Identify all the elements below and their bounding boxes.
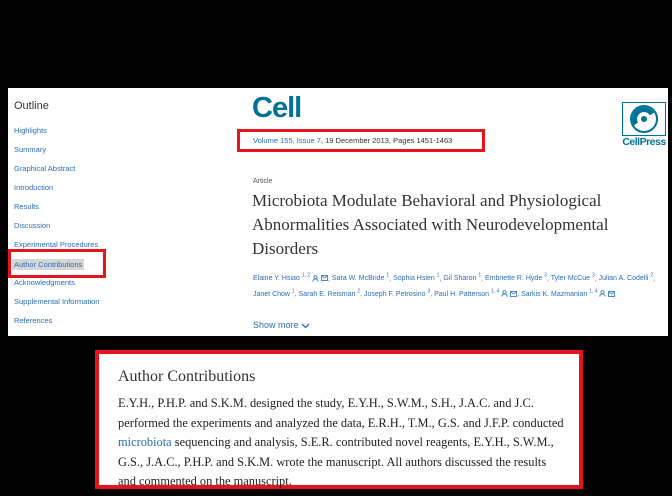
author-name: Janet Chow bbox=[253, 290, 292, 298]
author-affiliation: 1, 2 bbox=[301, 273, 311, 279]
author-affiliation: 3 bbox=[427, 288, 431, 295]
author-link[interactable]: Embriette R. Hyde 3 bbox=[485, 273, 547, 283]
author-name: Sophia Hsien bbox=[393, 275, 437, 283]
author-link[interactable]: Sarkis K. Mazmanian 1, 4 bbox=[521, 288, 616, 298]
article-page-screenshot: Outline Highlights Summary Graphical Abs… bbox=[8, 88, 668, 336]
outline-item-summary[interactable]: Summary bbox=[14, 145, 46, 154]
author-link[interactable]: Gil Sharon 1 bbox=[443, 273, 482, 283]
author-name: Tyler McCue bbox=[550, 275, 592, 283]
article-type-label: Article bbox=[253, 178, 273, 185]
author-link[interactable]: Sarah E. Reisman 2 bbox=[298, 288, 361, 298]
contrib-text-part2: sequencing and analysis, S.E.R. contribu… bbox=[118, 435, 554, 488]
outline-item-highlights[interactable]: Highlights bbox=[14, 126, 47, 135]
outline-item-references[interactable]: References bbox=[14, 316, 52, 325]
outline-title: Outline bbox=[14, 100, 49, 112]
author-name: Joseph F. Petrosino bbox=[364, 290, 428, 298]
author-link[interactable]: Sophia Hsien 1 bbox=[393, 273, 440, 283]
author-name: Paul H. Patterson bbox=[434, 290, 491, 298]
author-contributions-panel: Author Contributions E.Y.H., P.H.P. and … bbox=[95, 350, 583, 489]
outline-item-supplemental-information[interactable]: Supplemental Information bbox=[14, 297, 99, 306]
author-affiliation: 1 bbox=[386, 273, 390, 279]
author-list: Elaine Y. Hsiao 1, 2 , Sara W. McBride 1… bbox=[253, 273, 656, 298]
outline-item-experimental-procedures[interactable]: Experimental Procedures bbox=[14, 240, 98, 249]
article-header: Cell Volume 155, Issue 7, 19 December 20… bbox=[237, 88, 668, 336]
chevron-down-icon bbox=[301, 320, 310, 330]
outline-item-introduction[interactable]: Introduction bbox=[14, 183, 53, 192]
author-name: Julian A. Codelli bbox=[598, 275, 651, 283]
contrib-text-part1: E.Y.H., P.H.P. and S.K.M. designed the s… bbox=[118, 396, 564, 430]
author-name: Elaine Y. Hsiao bbox=[253, 275, 302, 283]
author-affiliation: 1 bbox=[478, 273, 482, 279]
author-link[interactable]: Paul H. Patterson 1, 4 bbox=[434, 288, 518, 298]
author-link[interactable]: Tyler McCue 3 bbox=[550, 273, 595, 283]
outline-item-results[interactable]: Results bbox=[14, 202, 39, 211]
highlight-box-author-contributions bbox=[8, 249, 106, 278]
microbiota-link[interactable]: microbiota bbox=[118, 435, 172, 449]
author-contributions-text: E.Y.H., P.H.P. and S.K.M. designed the s… bbox=[118, 394, 566, 492]
author-name: Sara W. McBride bbox=[331, 275, 387, 283]
author-name: Embriette R. Hyde bbox=[485, 275, 545, 283]
article-title: Microbiota Modulate Behavioral and Physi… bbox=[252, 191, 609, 258]
author-link[interactable]: Janet Chow 1 bbox=[253, 288, 295, 298]
author-link[interactable]: Elaine Y. Hsiao 1, 2 bbox=[253, 273, 328, 283]
outline-item-discussion[interactable]: Discussion bbox=[14, 221, 50, 230]
author-link[interactable]: Joseph F. Petrosino 3 bbox=[364, 288, 431, 298]
show-more-button[interactable]: Show more bbox=[253, 320, 310, 330]
outline-sidebar: Outline Highlights Summary Graphical Abs… bbox=[8, 88, 238, 336]
show-more-label: Show more bbox=[253, 320, 299, 330]
cell-journal-logo[interactable]: Cell bbox=[252, 92, 302, 125]
author-affiliation: 1, 4 bbox=[589, 288, 598, 295]
author-affiliation: 2 bbox=[650, 273, 654, 279]
author-link[interactable]: Sara W. McBride 1 bbox=[331, 273, 390, 283]
author-affiliation: 2 bbox=[357, 288, 361, 295]
highlight-box-citation bbox=[237, 129, 485, 152]
outline-item-acknowledgments[interactable]: Acknowledgments bbox=[14, 278, 75, 287]
author-affiliation: 1 bbox=[436, 273, 440, 279]
cellpress-logo-text: CellPress bbox=[622, 136, 666, 148]
author-affiliation: 3 bbox=[591, 273, 595, 279]
author-affiliation: 3 bbox=[544, 273, 547, 279]
person-mail-icon bbox=[499, 290, 518, 298]
author-name: Sarkis K. Mazmanian bbox=[521, 290, 590, 298]
author-link[interactable]: Julian A. Codelli 2 bbox=[598, 273, 654, 283]
author-affiliation: 1 bbox=[291, 288, 295, 295]
author-contributions-heading: Author Contributions bbox=[118, 368, 256, 385]
person-mail-icon bbox=[598, 290, 616, 298]
outline-item-graphical-abstract[interactable]: Graphical Abstract bbox=[14, 164, 75, 173]
author-name: Sarah E. Reisman bbox=[298, 290, 358, 298]
cellpress-logo[interactable]: CellPress bbox=[618, 101, 668, 152]
author-name: Gil Sharon bbox=[443, 275, 479, 283]
person-mail-icon bbox=[310, 275, 328, 282]
cellpress-emblem-icon bbox=[621, 101, 667, 137]
